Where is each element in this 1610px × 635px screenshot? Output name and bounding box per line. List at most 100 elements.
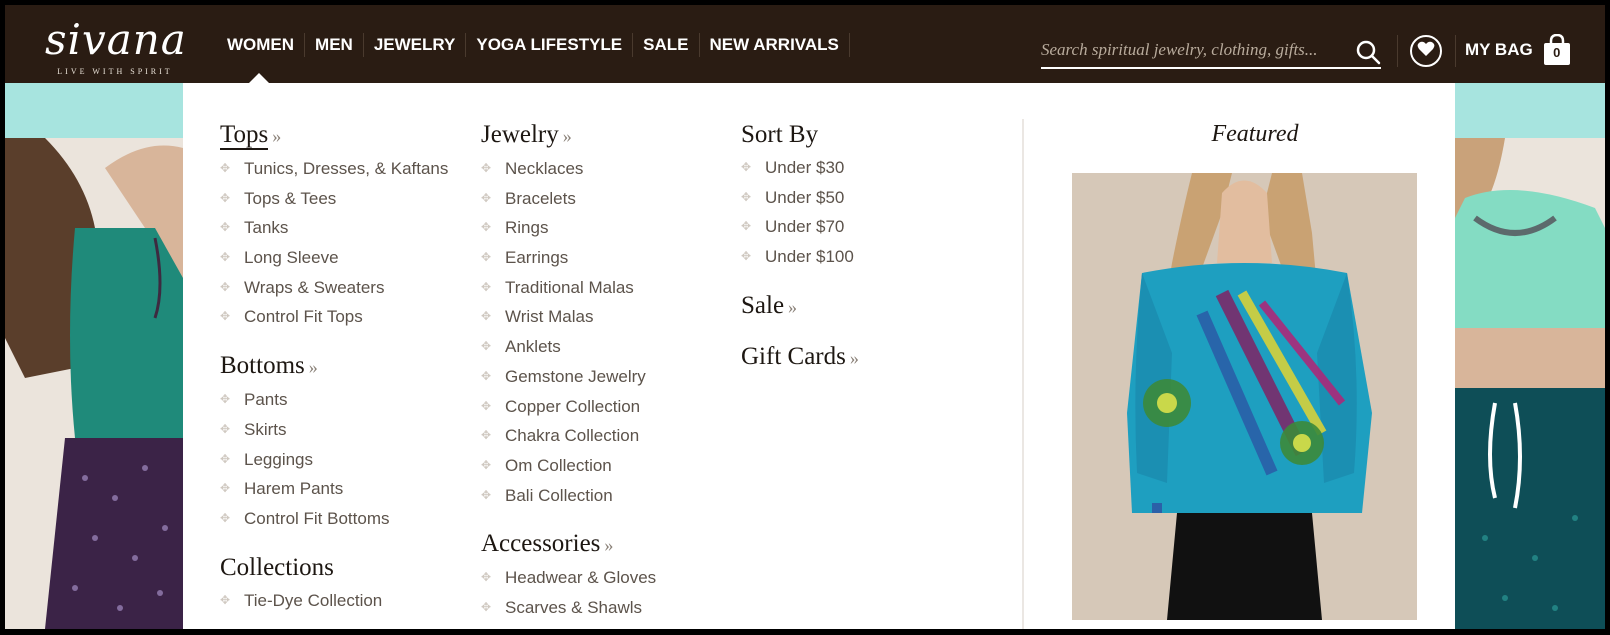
- lotus-bullet-icon: ✥: [481, 220, 492, 235]
- bag-label: MY BAG: [1465, 40, 1533, 59]
- shopping-bag-icon: 0: [1543, 33, 1571, 66]
- hero-banner-left: [5, 83, 183, 138]
- list-item[interactable]: ✥ Om Collection: [481, 451, 656, 481]
- nav-jewelry[interactable]: JEWELRY: [364, 33, 467, 57]
- menu-heading-sale[interactable]: Sale»: [741, 290, 797, 323]
- tops-list: ✥ Tunics, Dresses, & Kaftans ✥ Tops & Tees…: [220, 154, 448, 332]
- page: sivana LIVE WITH SPIRIT WOMEN MEN JEWELR…: [5, 5, 1605, 629]
- list-item[interactable]: ✥ Tanks: [220, 213, 448, 243]
- list-item[interactable]: ✥ Tops & Tees: [220, 184, 448, 214]
- list-item[interactable]: ✥ Copper Collection: [481, 392, 656, 422]
- search-icon[interactable]: [1355, 39, 1381, 65]
- brand-tagline: LIVE WITH SPIRIT: [57, 67, 173, 76]
- lotus-bullet-icon: ✥: [220, 190, 231, 205]
- list-item[interactable]: ✥ Chakra Collection: [481, 421, 656, 451]
- search-bar: [1041, 35, 1381, 69]
- list-item[interactable]: ✥ Bracelets: [481, 184, 656, 214]
- list-item[interactable]: ✥ Leggings: [220, 445, 448, 475]
- list-item[interactable]: ✥ Under $70: [741, 212, 859, 242]
- model-image-left: [5, 138, 183, 629]
- sort-by-list: ✥ Under $30 ✥ Under $50 ✥ Under $70 ✥ Under …: [741, 153, 859, 272]
- brand-logo[interactable]: sivana LIVE WITH SPIRIT: [45, 15, 187, 79]
- featured-title: Featured: [1211, 121, 1299, 147]
- lotus-bullet-icon: ✥: [481, 487, 492, 502]
- lotus-bullet-icon: ✥: [741, 189, 752, 204]
- menu-heading-jewelry[interactable]: Jewelry»: [481, 119, 572, 152]
- list-item[interactable]: ✥ Headwear & Gloves: [481, 563, 656, 593]
- nav-women[interactable]: WOMEN: [217, 33, 306, 57]
- nav-sale[interactable]: SALE: [633, 33, 700, 57]
- nav-new-arrivals[interactable]: NEW ARRIVALS: [700, 33, 850, 57]
- lotus-bullet-icon: ✥: [481, 250, 492, 265]
- list-item[interactable]: ✥ Under $50: [741, 183, 859, 213]
- lotus-bullet-icon: ✥: [220, 481, 231, 496]
- list-item[interactable]: ✥ Wraps & Sweaters: [220, 273, 448, 303]
- model-image-right: [1455, 138, 1605, 629]
- lotus-bullet-icon: ✥: [481, 570, 492, 585]
- lotus-bullet-icon: ✥: [481, 398, 492, 413]
- my-bag-button[interactable]: MY BAG 0: [1465, 33, 1571, 67]
- chevron-right-icon: »: [604, 535, 614, 556]
- list-item[interactable]: ✥ Under $100: [741, 242, 859, 272]
- lotus-bullet-icon: ✥: [741, 249, 752, 264]
- list-item[interactable]: ✥ Gemstone Jewelry: [481, 362, 656, 392]
- list-item[interactable]: ✥ Tunics, Dresses, & Kaftans: [220, 154, 448, 184]
- list-item[interactable]: ✥ Earrings: [481, 243, 656, 273]
- chevron-right-icon: »: [308, 357, 318, 378]
- lotus-bullet-icon: ✥: [481, 428, 492, 443]
- menu-heading-collections[interactable]: Collections: [220, 552, 334, 584]
- featured-product-image[interactable]: [1072, 173, 1417, 620]
- nav-yoga-lifestyle[interactable]: YOGA LIFESTYLE: [466, 33, 634, 57]
- list-item[interactable]: ✥ Under $30: [741, 153, 859, 183]
- lotus-bullet-icon: ✥: [220, 279, 231, 294]
- menu-column-shop: Sort By ✥ Under $30 ✥ Under $50 ✥ Under $70…: [741, 119, 859, 374]
- lotus-bullet-icon: ✥: [481, 599, 492, 614]
- hero-banner-right: [1455, 83, 1605, 138]
- lotus-bullet-icon: ✥: [220, 592, 231, 607]
- chevron-right-icon: »: [562, 126, 572, 146]
- menu-heading-bottoms[interactable]: Bottoms»: [220, 350, 318, 383]
- lotus-bullet-icon: ✥: [481, 339, 492, 354]
- main-nav: WOMEN MEN JEWELRY YOGA LIFESTYLE SALE NE…: [217, 33, 850, 57]
- menu-column-jewelry: Jewelry» ✥ Necklaces ✥ Bracelets ✥ Rings ✥ E…: [481, 119, 656, 623]
- list-item[interactable]: ✥ Pants: [220, 385, 448, 415]
- nav-men[interactable]: MEN: [305, 33, 364, 57]
- menu-heading-accessories[interactable]: Accessories»: [481, 528, 613, 561]
- list-item[interactable]: ✥ Traditional Malas: [481, 273, 656, 303]
- list-item[interactable]: ✥ Control Fit Tops: [220, 302, 448, 332]
- wishlist-button[interactable]: [1410, 35, 1442, 67]
- search-input[interactable]: [1041, 35, 1341, 65]
- lotus-bullet-icon: ✥: [481, 279, 492, 294]
- lotus-bullet-icon: ✥: [220, 392, 231, 407]
- lotus-bullet-icon: ✥: [481, 309, 492, 324]
- brand-name: sivana: [45, 15, 187, 64]
- women-mega-menu: Tops» ✥ Tunics, Dresses, & Kaftans ✥ Tops …: [183, 83, 1455, 629]
- list-item[interactable]: ✥ Tie-Dye Collection: [220, 586, 448, 616]
- bag-count: 0: [1553, 45, 1561, 60]
- lotus-bullet-icon: ✥: [481, 161, 492, 175]
- list-item[interactable]: ✥ Wrist Malas: [481, 302, 656, 332]
- chevron-right-icon: »: [849, 347, 859, 368]
- site-header: sivana LIVE WITH SPIRIT WOMEN MEN JEWELR…: [5, 5, 1605, 83]
- list-item[interactable]: ✥ Harem Pants: [220, 474, 448, 504]
- heart-icon: [1417, 41, 1435, 62]
- list-item[interactable]: ✥ Long Sleeve: [220, 243, 448, 273]
- header-divider: [1397, 35, 1398, 67]
- active-nav-indicator: [249, 73, 269, 83]
- menu-heading-sort-by: Sort By: [741, 121, 819, 148]
- list-item[interactable]: ✥ Anklets: [481, 332, 656, 362]
- list-item[interactable]: ✥ Control Fit Bottoms: [220, 504, 448, 534]
- lotus-bullet-icon: ✥: [220, 309, 231, 324]
- lotus-bullet-icon: ✥: [220, 250, 231, 265]
- jewelry-list: ✥ Necklaces ✥ Bracelets ✥ Rings ✥ Earrings ✥…: [481, 154, 656, 510]
- chevron-right-icon: »: [788, 296, 798, 317]
- menu-heading-gift-cards[interactable]: Gift Cards»: [741, 341, 859, 374]
- list-item[interactable]: ✥ Scarves & Shawls: [481, 593, 656, 623]
- menu-heading-tops[interactable]: Tops»: [220, 119, 281, 152]
- list-item[interactable]: ✥ Skirts: [220, 415, 448, 445]
- list-item[interactable]: ✥ Bali Collection: [481, 481, 656, 511]
- list-item[interactable]: ✥ Necklaces: [481, 154, 656, 184]
- lotus-bullet-icon: ✥: [481, 190, 492, 205]
- list-item[interactable]: ✥ Rings: [481, 213, 656, 243]
- bottoms-list: ✥ Pants ✥ Skirts ✥ Leggings ✥ Harem Pants ✥ C…: [220, 385, 448, 533]
